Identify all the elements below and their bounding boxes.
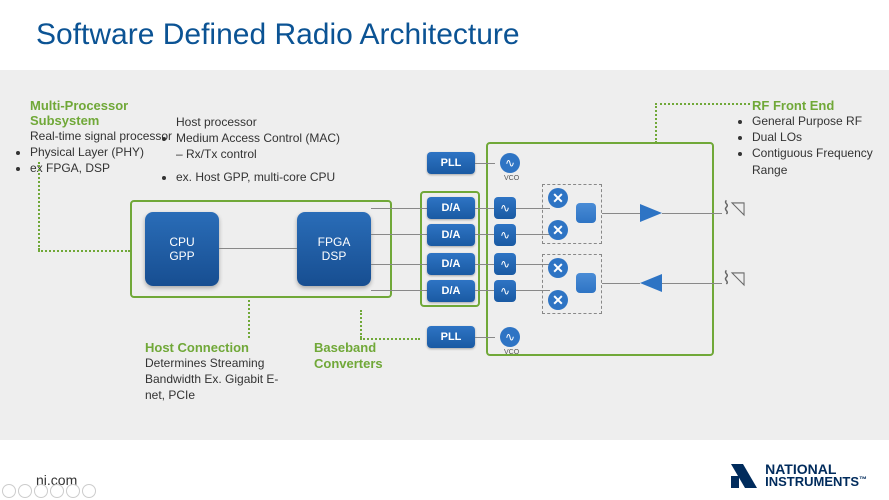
sine-glyph: ∿ bbox=[505, 330, 515, 344]
cross-glyph: ✕ bbox=[552, 222, 564, 239]
fpga-da-line bbox=[371, 234, 427, 235]
fpga-da-line bbox=[371, 264, 427, 265]
vco-icon: ∿ bbox=[500, 153, 520, 173]
cpu-label2: GPP bbox=[169, 249, 194, 263]
rf-frontend-box bbox=[486, 142, 714, 356]
lowpass-filter-icon: ∿ bbox=[494, 197, 516, 219]
sine-glyph: ∿ bbox=[500, 228, 510, 242]
vco-icon: ∿ bbox=[500, 327, 520, 347]
rf-heading: RF Front End bbox=[752, 98, 882, 113]
lowpass-filter-icon: ∿ bbox=[494, 224, 516, 246]
dotted-line bbox=[38, 250, 130, 252]
dotted-line bbox=[360, 310, 362, 338]
da-block: D/A bbox=[427, 253, 475, 275]
slide-nav-controls[interactable] bbox=[2, 484, 96, 498]
mixer-icon: ✕ bbox=[548, 188, 568, 208]
dotted-line bbox=[360, 338, 420, 340]
vco-label: VCO bbox=[504, 175, 519, 182]
mp-sub2-item: Medium Access Control (MAC) – Rx/Tx cont… bbox=[176, 130, 346, 162]
fpga-label2: DSP bbox=[322, 249, 347, 263]
lowpass-filter-icon: ∿ bbox=[494, 280, 516, 302]
ni-logo-icon bbox=[729, 462, 759, 490]
nav-circle[interactable] bbox=[50, 484, 64, 498]
pll-bot: PLL bbox=[427, 326, 475, 348]
dotted-line bbox=[248, 300, 250, 338]
sig-line bbox=[662, 213, 722, 214]
mp-sub2-title: Host processor bbox=[176, 114, 346, 130]
sine-glyph: ∿ bbox=[505, 156, 515, 170]
callout-baseband: Baseband Converters bbox=[314, 340, 424, 371]
mp-sub1-item: Physical Layer (PHY) bbox=[30, 144, 180, 160]
callout-host-proc: Host processor Medium Access Control (MA… bbox=[176, 114, 346, 185]
host-heading: Host Connection bbox=[145, 340, 285, 355]
pll-top: PLL bbox=[427, 152, 475, 174]
mixer-icon: ✕ bbox=[548, 220, 568, 240]
callout-multiprocessor: Multi-Processor Subsystem Real-time sign… bbox=[30, 98, 180, 177]
mp-sub1-title: Real-time signal processor bbox=[30, 128, 180, 144]
sig-line bbox=[602, 283, 640, 284]
sig-line bbox=[602, 213, 640, 214]
mixer-icon: ✕ bbox=[548, 258, 568, 278]
host-body: Determines Streaming Bandwidth Ex. Gigab… bbox=[145, 355, 285, 404]
mp-heading: Multi-Processor Subsystem bbox=[30, 98, 180, 128]
dotted-line bbox=[655, 103, 750, 105]
callout-rf: RF Front End General Purpose RF Dual LOs… bbox=[752, 98, 882, 178]
sine-glyph: ∿ bbox=[500, 257, 510, 271]
dotted-line bbox=[38, 162, 40, 250]
amplifier-tx-icon bbox=[640, 204, 662, 222]
cpu-label1: CPU bbox=[169, 235, 194, 249]
sine-glyph: ∿ bbox=[500, 201, 510, 215]
rf-item: Contiguous Frequency Range bbox=[752, 145, 882, 177]
sig-line bbox=[475, 290, 495, 291]
sig-line bbox=[662, 283, 722, 284]
mp-sub2-list: Medium Access Control (MAC) – Rx/Tx cont… bbox=[176, 130, 346, 185]
callout-host-conn: Host Connection Determines Streaming Ban… bbox=[145, 340, 285, 404]
rf-list: General Purpose RF Dual LOs Contiguous F… bbox=[752, 113, 882, 178]
splitter-icon bbox=[576, 273, 596, 293]
fpga-block: FPGA DSP bbox=[297, 212, 371, 286]
nav-circle[interactable] bbox=[66, 484, 80, 498]
lowpass-filter-icon: ∿ bbox=[494, 253, 516, 275]
rf-item: Dual LOs bbox=[752, 129, 882, 145]
cross-glyph: ✕ bbox=[552, 190, 564, 207]
nav-circle[interactable] bbox=[34, 484, 48, 498]
fpga-da-line bbox=[371, 208, 427, 209]
cpu-fpga-link bbox=[219, 248, 297, 249]
sig-line bbox=[475, 234, 495, 235]
dotted-line bbox=[655, 103, 657, 143]
mp-sub2-item: ex. Host GPP, multi-core CPU bbox=[176, 169, 346, 185]
sig-line bbox=[475, 163, 495, 164]
nav-circle[interactable] bbox=[82, 484, 96, 498]
antenna-icon: ⌇◹ bbox=[722, 268, 745, 289]
sig-line bbox=[475, 337, 495, 338]
da-block: D/A bbox=[427, 280, 475, 302]
ni-logo: NATIONAL INSTRUMENTS™ bbox=[729, 462, 867, 490]
sine-glyph: ∿ bbox=[500, 284, 510, 298]
fpga-da-line bbox=[371, 290, 427, 291]
mixer-icon: ✕ bbox=[548, 290, 568, 310]
splitter-icon bbox=[576, 203, 596, 223]
baseband-heading: Baseband Converters bbox=[314, 340, 424, 371]
slide-title: Software Defined Radio Architecture bbox=[36, 18, 520, 52]
sig-line bbox=[475, 264, 495, 265]
cpu-block: CPU GPP bbox=[145, 212, 219, 286]
mp-sub1-list: Physical Layer (PHY) ex FPGA, DSP bbox=[30, 144, 180, 176]
sig-line bbox=[475, 208, 495, 209]
fpga-label1: FPGA bbox=[318, 235, 351, 249]
nav-circle[interactable] bbox=[18, 484, 32, 498]
da-block: D/A bbox=[427, 197, 475, 219]
logo-text-bot: INSTRUMENTS™ bbox=[765, 476, 867, 488]
antenna-icon: ⌇◹ bbox=[722, 198, 745, 219]
cross-glyph: ✕ bbox=[552, 260, 564, 277]
vco-label: VCO bbox=[504, 349, 519, 356]
cross-glyph: ✕ bbox=[552, 292, 564, 309]
amplifier-rx-icon bbox=[640, 274, 662, 292]
rf-item: General Purpose RF bbox=[752, 113, 882, 129]
da-block: D/A bbox=[427, 224, 475, 246]
nav-circle[interactable] bbox=[2, 484, 16, 498]
mp-sub1-item: ex FPGA, DSP bbox=[30, 160, 180, 176]
